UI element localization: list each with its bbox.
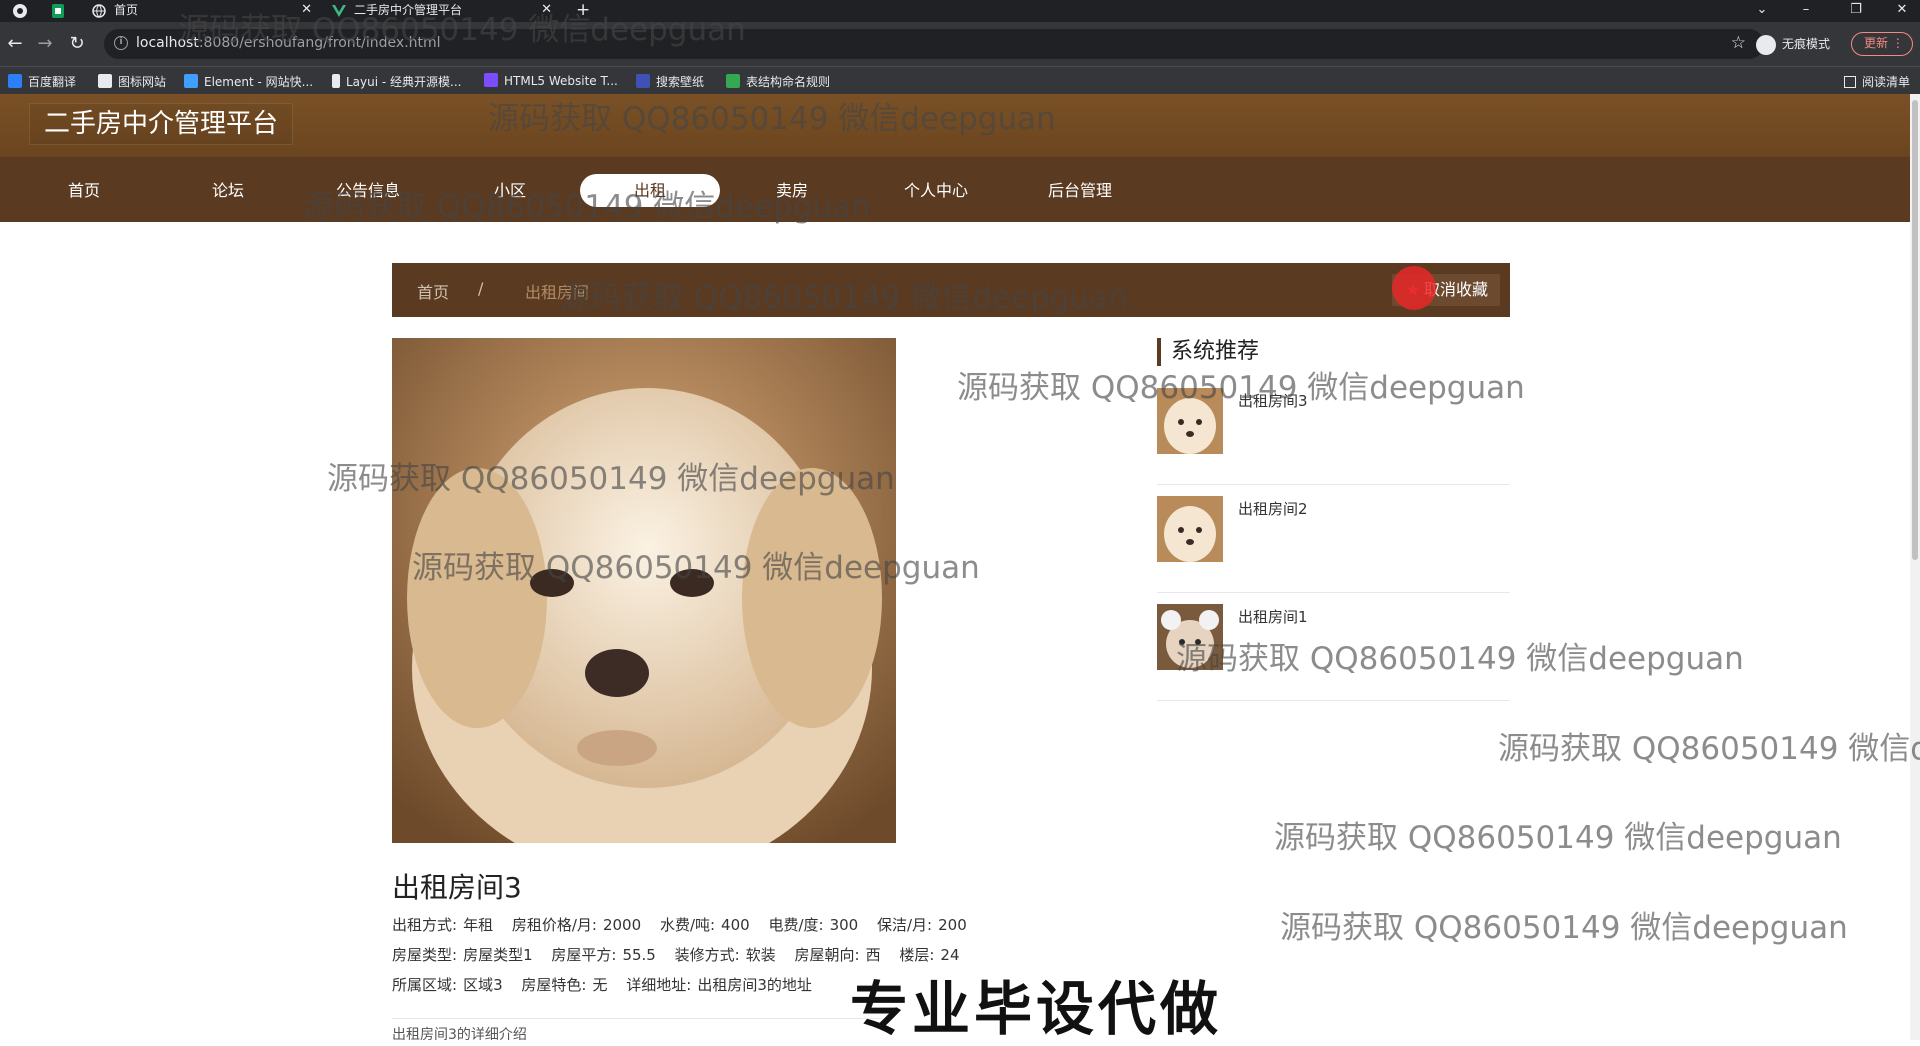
recommend-item[interactable]: 出租房间3 bbox=[1157, 376, 1510, 485]
html5-icon bbox=[484, 73, 498, 87]
bookmark-item[interactable]: 表结构命名规则 bbox=[726, 73, 830, 90]
site-info-icon[interactable]: i bbox=[114, 36, 128, 50]
page-scrollbar[interactable] bbox=[1910, 94, 1920, 1040]
recommend-name[interactable]: 出租房间2 bbox=[1238, 498, 1308, 519]
browser-menu-icon[interactable] bbox=[12, 3, 28, 19]
tab-home-label: 首页 bbox=[114, 3, 139, 17]
new-tab-button[interactable]: + bbox=[576, 0, 590, 22]
element-icon bbox=[184, 74, 198, 88]
bookmark-item[interactable]: HTML5 Website T... bbox=[484, 73, 618, 88]
sheets-app-icon[interactable] bbox=[50, 3, 66, 19]
nav-forum[interactable]: 论坛 bbox=[158, 174, 298, 207]
restore-icon[interactable]: ❐ bbox=[1838, 0, 1874, 22]
recommend-thumbnail[interactable] bbox=[1157, 388, 1223, 454]
house-description: 出租房间3的详细介绍 bbox=[392, 1027, 527, 1040]
nav-sell[interactable]: 卖房 bbox=[722, 174, 862, 207]
back-icon[interactable]: ← bbox=[4, 33, 26, 55]
recommend-item[interactable]: 出租房间1 bbox=[1157, 592, 1510, 701]
flag-icon bbox=[98, 74, 112, 88]
recommend-name[interactable]: 出租房间3 bbox=[1238, 390, 1308, 411]
tab-home[interactable]: 首页 ✕ bbox=[92, 0, 312, 22]
bookmark-star-icon[interactable]: ☆ bbox=[1731, 33, 1746, 53]
address-toolbar: ← → ↻ i localhost:8080/ershoufang/front/… bbox=[0, 22, 1920, 66]
table-icon bbox=[726, 74, 740, 88]
nav-rent[interactable]: 出租 bbox=[580, 174, 720, 207]
breadcrumb-home[interactable]: 首页 bbox=[417, 279, 449, 303]
vue-icon bbox=[332, 4, 346, 18]
tab-platform-label: 二手房中介管理平台 bbox=[354, 3, 463, 17]
breadcrumb: 首页 / 出租房间 ★取消收藏 bbox=[392, 263, 1510, 317]
cursor-click-indicator bbox=[1392, 266, 1436, 310]
nav-admin[interactable]: 后台管理 bbox=[1010, 174, 1150, 207]
breadcrumb-current: 出租房间 bbox=[525, 283, 590, 302]
attr-water-fee: 水费/吨: 400 bbox=[659, 916, 750, 934]
scrollbar-thumb[interactable] bbox=[1912, 100, 1918, 560]
bookmarks-bar: 百度翻译 图标网站 Element - 网站快... Layui - 经典开源模… bbox=[0, 66, 1920, 94]
minimize-icon[interactable]: – bbox=[1788, 0, 1824, 22]
tab-platform[interactable]: 二手房中介管理平台 ✕ bbox=[332, 0, 552, 22]
update-button[interactable]: 更新 ⋮ bbox=[1851, 32, 1913, 56]
nav-notice[interactable]: 公告信息 bbox=[298, 174, 438, 207]
attr-house-type: 房屋类型: 房屋类型1 bbox=[392, 946, 533, 964]
attr-cleaning-fee: 保洁/月: 200 bbox=[877, 916, 967, 934]
bookmark-item[interactable]: 图标网站 bbox=[98, 73, 166, 90]
site-header: 二手房中介管理平台 bbox=[0, 94, 1910, 157]
bookmark-item[interactable]: 搜索壁纸 bbox=[636, 73, 704, 90]
attr-decoration: 装修方式: 软装 bbox=[674, 946, 776, 964]
breadcrumb-separator: / bbox=[478, 279, 484, 298]
reading-list-icon bbox=[1843, 76, 1856, 88]
recommend-name[interactable]: 出租房间1 bbox=[1238, 606, 1308, 627]
house-title: 出租房间3 bbox=[392, 871, 522, 904]
bookmark-item[interactable]: Layui - 经典开源模... bbox=[332, 73, 461, 90]
attr-area: 房屋平方: 55.5 bbox=[551, 946, 656, 964]
tab-search-icon[interactable]: ⌄ bbox=[1744, 0, 1780, 22]
address-bar[interactable]: i localhost:8080/ershoufang/front/index.… bbox=[104, 29, 1764, 59]
attributes-line-3: 所属区域: 区域3 房屋特色: 无 详细地址: 出租房间3的地址 bbox=[392, 974, 826, 995]
recommend-title: 系统推荐 bbox=[1157, 338, 1259, 366]
recommend-thumbnail[interactable] bbox=[1157, 496, 1223, 562]
attr-rent-price: 房租价格/月: 2000 bbox=[511, 916, 642, 934]
site-title: 二手房中介管理平台 bbox=[30, 104, 293, 144]
divider bbox=[392, 1018, 892, 1019]
attr-rent-mode: 出租方式: 年租 bbox=[392, 916, 494, 934]
close-tab-icon[interactable]: ✕ bbox=[541, 0, 552, 20]
incognito-icon bbox=[1756, 34, 1776, 55]
bookmark-item[interactable]: 百度翻译 bbox=[8, 73, 76, 90]
recommend-item[interactable]: 出租房间2 bbox=[1157, 484, 1510, 593]
globe-icon bbox=[92, 3, 106, 18]
incognito-indicator[interactable]: 无痕模式 bbox=[1756, 32, 1830, 56]
attr-electric-fee: 电费/度: 300 bbox=[768, 916, 859, 934]
nav-home[interactable]: 首页 bbox=[14, 174, 154, 207]
promo-caption: 专业毕设代做 bbox=[850, 975, 1223, 1043]
main-nav: 首页 论坛 公告信息 小区 出租 卖房 个人中心 后台管理 bbox=[0, 157, 1910, 222]
attr-feature: 房屋特色: 无 bbox=[521, 976, 608, 994]
recommend-thumbnail[interactable] bbox=[1157, 604, 1223, 670]
bookmark-item[interactable]: Element - 网站快... bbox=[184, 73, 313, 90]
page-viewport: 二手房中介管理平台 首页 论坛 公告信息 小区 出租 卖房 个人中心 后台管理 … bbox=[0, 94, 1910, 1040]
attr-region: 所属区域: 区域3 bbox=[392, 976, 503, 994]
wallpaper-icon bbox=[636, 74, 650, 88]
reload-icon[interactable]: ↻ bbox=[66, 33, 88, 55]
browser-tabbar: 首页 ✕ 二手房中介管理平台 ✕ + ⌄ – ❐ ✕ bbox=[0, 0, 1920, 22]
reading-list-button[interactable]: 阅读清单 bbox=[1843, 73, 1910, 90]
layui-icon bbox=[332, 74, 340, 88]
nav-profile[interactable]: 个人中心 bbox=[866, 174, 1006, 207]
attributes-line-1: 出租方式: 年租 房租价格/月: 2000 水费/吨: 400 电费/度: 300 保洁… bbox=[392, 914, 981, 935]
translate-icon bbox=[8, 74, 22, 88]
nav-community[interactable]: 小区 bbox=[440, 174, 580, 207]
house-main-image bbox=[392, 338, 896, 843]
forward-icon[interactable]: → bbox=[34, 33, 56, 55]
url-text[interactable]: localhost:8080/ershoufang/front/index.ht… bbox=[136, 35, 441, 51]
close-tab-icon[interactable]: ✕ bbox=[301, 0, 312, 20]
close-window-icon[interactable]: ✕ bbox=[1884, 0, 1920, 22]
attr-address: 详细地址: 出租房间3的地址 bbox=[626, 976, 812, 994]
